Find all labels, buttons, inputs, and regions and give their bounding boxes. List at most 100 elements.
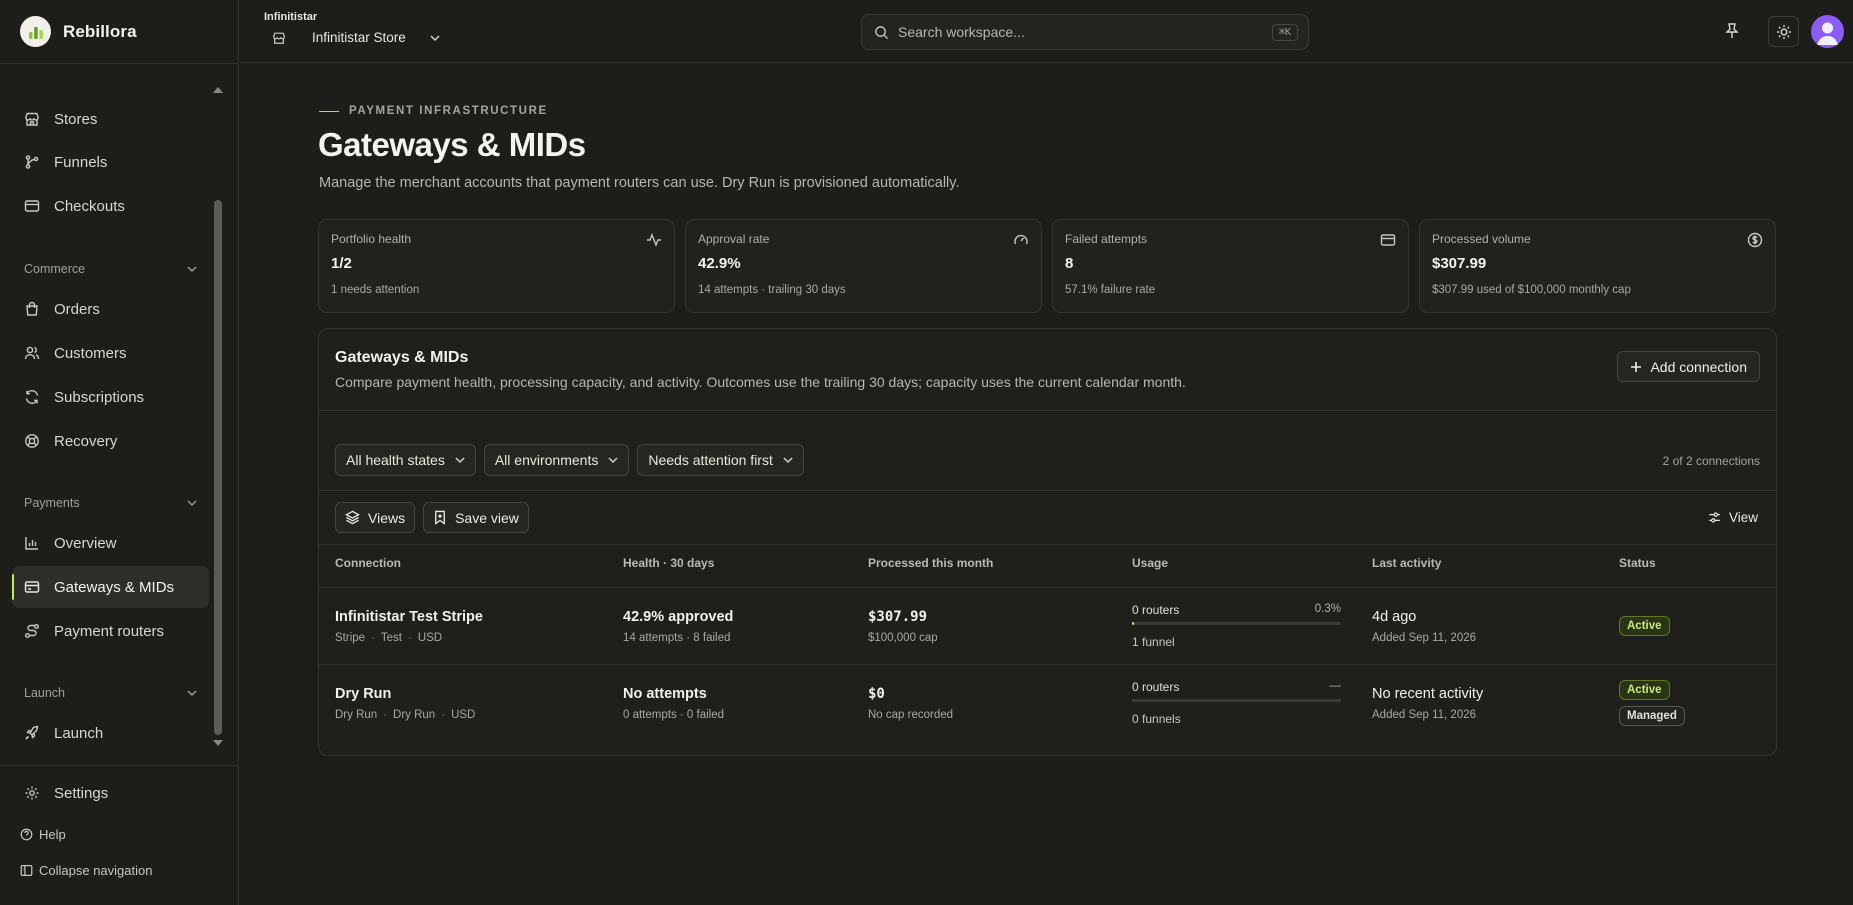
sidebar-item-customers[interactable]: Customers xyxy=(12,332,209,374)
page-eyebrow: PAYMENT INFRASTRUCTURE xyxy=(319,105,548,117)
bookmark-icon xyxy=(435,510,445,525)
column-header-connection[interactable]: Connection xyxy=(335,556,401,570)
scroll-up-arrow-icon[interactable] xyxy=(213,87,223,93)
sidebar-item-overview[interactable]: Overview xyxy=(12,522,209,564)
stat-sub: $307.99 used of $100,000 monthly cap xyxy=(1432,284,1631,296)
sort-select[interactable]: Needs attention first xyxy=(637,444,804,476)
store-switcher[interactable]: Infinitistar Store xyxy=(272,30,440,45)
search-icon xyxy=(875,25,889,39)
panel-divider xyxy=(319,410,1776,411)
sidebar-item-label: Checkouts xyxy=(54,197,125,215)
dollar-icon xyxy=(1747,232,1763,248)
brand-name: Rebillora xyxy=(63,21,137,41)
usage-routers: 0 routers xyxy=(1132,680,1180,694)
connection-meta: Stripe · Test · USD xyxy=(335,632,442,644)
connection-name[interactable]: Dry Run xyxy=(335,686,391,702)
filter-label: All health states xyxy=(346,452,445,468)
brand[interactable]: Rebillora xyxy=(20,16,137,47)
usage-progress-fill xyxy=(1132,622,1135,625)
sidebar-item-label: Launch xyxy=(54,724,104,742)
sidebar-item-subscriptions[interactable]: Subscriptions xyxy=(12,376,209,418)
rocket-icon xyxy=(25,725,39,740)
usage-percent: 0.3% xyxy=(1314,603,1341,615)
sidebar-top-divider xyxy=(0,63,239,64)
funnel-icon xyxy=(25,155,39,169)
separator-dot: · xyxy=(441,709,446,721)
stat-label: Processed volume xyxy=(1432,232,1531,246)
connection-name[interactable]: Infinitistar Test Stripe xyxy=(335,609,483,625)
sidebar-item-label: Recovery xyxy=(54,432,118,450)
separator-dot: · xyxy=(407,632,412,644)
connection-environment: Test xyxy=(380,632,402,644)
connection-environment: Dry Run xyxy=(393,709,436,721)
save-view-button[interactable]: Save view xyxy=(423,502,529,533)
separator-dot: · xyxy=(371,632,375,644)
avatar[interactable] xyxy=(1811,15,1844,48)
connection-currency: USD xyxy=(451,709,476,721)
health-filter-select[interactable]: All health states xyxy=(335,444,476,476)
views-button[interactable]: Views xyxy=(335,502,416,533)
gear-icon xyxy=(25,786,39,800)
column-header-processed[interactable]: Processed this month xyxy=(868,556,993,570)
sidebar-item-funnels[interactable]: Funnels xyxy=(12,141,209,183)
environment-filter-select[interactable]: All environments xyxy=(483,444,630,476)
sidebar-item-orders[interactable]: Orders xyxy=(12,288,209,330)
pin-icon xyxy=(1725,23,1739,38)
sidebar-item-label: Gateways & MIDs xyxy=(54,578,175,596)
stat-processed-volume: Processed volume $307.99 $307.99 used of… xyxy=(1419,219,1776,313)
usage-percent: — xyxy=(1329,680,1342,692)
search-input[interactable] xyxy=(898,24,1272,40)
add-connection-button[interactable]: Add connection xyxy=(1617,351,1760,382)
chevron-down-icon xyxy=(783,457,793,463)
panel-description: Compare payment health, processing capac… xyxy=(335,374,1186,390)
save-view-label: Save view xyxy=(455,509,519,526)
sidebar-item-recovery[interactable]: Recovery xyxy=(12,420,209,462)
help-icon xyxy=(20,828,33,841)
usage-funnels: 0 funnels xyxy=(1132,712,1181,726)
column-header-health[interactable]: Health · 30 days xyxy=(623,556,714,570)
lifebuoy-icon xyxy=(25,434,39,448)
plus-icon xyxy=(1631,361,1642,372)
last-activity-value: No recent activity xyxy=(1372,686,1484,702)
section-label: Commerce xyxy=(24,262,86,276)
sidebar-item-stores[interactable]: Stores xyxy=(12,98,209,140)
sidebar-item-label: Customers xyxy=(54,344,127,362)
sidebar-item-payment-routers[interactable]: Payment routers xyxy=(12,610,209,652)
usage-funnels: 1 funnel xyxy=(1132,635,1175,649)
chevron-down-icon xyxy=(187,690,197,696)
brand-logo-icon xyxy=(20,16,51,47)
sidebar-section-payments[interactable]: Payments xyxy=(24,496,197,510)
table-row[interactable]: Dry Run Dry Run · Dry Run · USD No attempts … xyxy=(319,665,1776,741)
sidebar: Rebillora Stores Funnels Checkouts Comme… xyxy=(0,0,239,905)
sidebar-item-gateways-mids[interactable]: Gateways & MIDs xyxy=(12,566,209,608)
scroll-down-arrow-icon[interactable] xyxy=(213,740,223,746)
sidebar-item-label: Settings xyxy=(54,784,109,802)
topbar: Infinitistar Infinitistar Store ⌘K xyxy=(240,0,1853,63)
usage-progress-bar xyxy=(1132,622,1341,625)
sidebar-scrollbar[interactable] xyxy=(214,200,222,735)
app-root: Rebillora Stores Funnels Checkouts Comme… xyxy=(0,0,1853,905)
section-label: Launch xyxy=(24,686,66,700)
sidebar-item-launch[interactable]: Launch xyxy=(12,712,209,754)
processed-value: $307.99 xyxy=(868,609,928,625)
sidebar-section-commerce[interactable]: Commerce xyxy=(24,262,197,276)
theme-toggle-button[interactable] xyxy=(1768,16,1799,47)
collapse-navigation-button[interactable]: Collapse navigation xyxy=(20,863,152,878)
sidebar-item-checkouts[interactable]: Checkouts xyxy=(12,185,209,227)
column-header-last-activity[interactable]: Last activity xyxy=(1372,556,1441,570)
chevron-down-icon xyxy=(430,34,440,41)
stat-approval-rate: Approval rate 42.9% 14 attempts · traili… xyxy=(685,219,1042,313)
sidebar-item-label: Funnels xyxy=(54,153,108,171)
sidebar-item-settings[interactable]: Settings xyxy=(12,772,209,814)
help-link[interactable]: Help xyxy=(20,827,66,842)
filter-bar: All health states All environments Needs… xyxy=(335,444,804,476)
view-options-button[interactable]: View xyxy=(1708,510,1758,525)
pin-button[interactable] xyxy=(1724,22,1740,40)
column-header-usage[interactable]: Usage xyxy=(1132,556,1168,570)
search-bar[interactable]: ⌘K xyxy=(861,14,1309,50)
add-connection-label: Add connection xyxy=(1650,358,1747,375)
panel-title: Gateways & MIDs xyxy=(335,349,469,366)
table-row[interactable]: Infinitistar Test Stripe Stripe · Test · USD… xyxy=(319,588,1776,664)
sidebar-section-launch[interactable]: Launch xyxy=(24,686,197,700)
column-header-status[interactable]: Status xyxy=(1619,556,1656,570)
